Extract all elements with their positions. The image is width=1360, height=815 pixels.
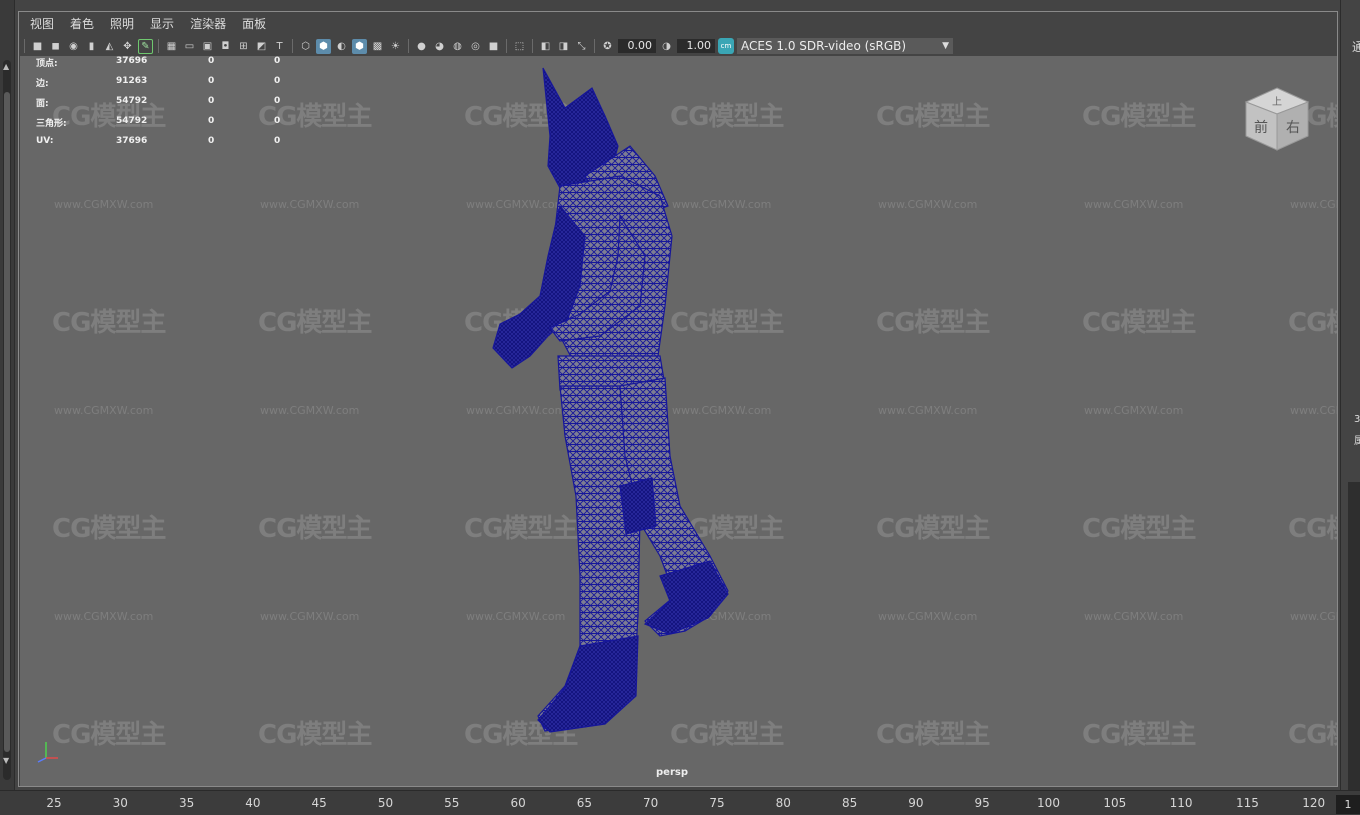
menu-show[interactable]: 显示 (142, 14, 182, 34)
time-slider-tick-label: 55 (444, 796, 460, 810)
toolbar-separator (506, 39, 507, 53)
toolbar-separator (292, 39, 293, 53)
toolbar-separator (24, 39, 25, 53)
camera-select-icon[interactable]: ■ (30, 39, 45, 54)
resolution-gate-icon[interactable]: ▣ (200, 39, 215, 54)
safe-action-icon[interactable]: ◩ (254, 39, 269, 54)
anti-aliasing-icon[interactable]: ◎ (468, 39, 483, 54)
time-slider-tick-label: 75 (709, 796, 725, 810)
time-slider-tick-label: 60 (510, 796, 526, 810)
scroll-up-icon[interactable]: ▲ (3, 62, 9, 71)
time-slider-tick-label: 65 (576, 796, 593, 810)
gate-mask-icon[interactable]: ◘ (218, 39, 233, 54)
time-slider-tick-label: 70 (643, 796, 659, 810)
time-slider-tick-label: 100 (1037, 796, 1060, 810)
bookmark-icon[interactable]: ▮ (84, 39, 99, 54)
time-slider-tick-label: 30 (112, 796, 128, 810)
time-slider-tick-label: 35 (178, 796, 195, 810)
time-slider-tick-label: 120 (1302, 796, 1326, 810)
grease-pencil-icon[interactable]: ✎ (138, 38, 153, 54)
toolbar-separator (594, 39, 595, 53)
toolbar-separator (408, 39, 409, 53)
menu-panels[interactable]: 面板 (234, 14, 274, 34)
ambient-occlusion-icon[interactable]: ◕ (432, 39, 447, 54)
time-slider-tick-label: 90 (908, 796, 924, 810)
xray-icon[interactable]: ◧ (538, 39, 553, 54)
time-slider-tick-label: 45 (311, 796, 327, 810)
safe-title-icon[interactable]: T (272, 39, 287, 54)
color-management-icon[interactable]: cm (718, 38, 734, 54)
grid-icon[interactable]: ▦ (164, 39, 179, 54)
camera-lock-icon[interactable]: ◉ (66, 39, 81, 54)
camera-attributes-icon[interactable]: ◼ (48, 39, 63, 54)
time-slider-tick-label: 115 (1235, 796, 1259, 810)
panel-menubar: 视图 着色 照明 显示 渲染器 面板 (22, 14, 274, 34)
time-slider-tick-label: 50 (377, 796, 394, 810)
toolbar-separator (158, 39, 159, 53)
menu-shading[interactable]: 着色 (62, 14, 102, 34)
view-cube-front-label: 前 (1254, 119, 1268, 136)
axis-gizmo-icon (37, 742, 58, 763)
isolate-select-icon[interactable]: ⬚ (512, 39, 527, 54)
film-gate-icon[interactable]: ▭ (182, 39, 197, 54)
menu-view[interactable]: 视图 (22, 14, 62, 34)
time-slider-tick-label: 80 (775, 796, 791, 810)
right-panel-glyph-top: 通 (1352, 40, 1360, 54)
time-slider-tick-label: 105 (1103, 796, 1127, 810)
right-panel-glyph-mid1: 3 (1354, 414, 1360, 425)
wireframe-character-model[interactable] (20, 56, 1337, 786)
time-slider-tick-label: 40 (245, 796, 261, 810)
xray-joints-icon[interactable]: ◨ (556, 39, 571, 54)
left-side-strip: ▲ ▼ (0, 0, 15, 790)
gamma-field[interactable] (677, 39, 715, 53)
default-material-icon[interactable]: ◐ (334, 39, 349, 54)
use-lights-icon[interactable]: ☀ (388, 39, 403, 54)
image-plane-icon[interactable]: ◭ (102, 39, 117, 54)
right-panel-dark (1348, 482, 1360, 790)
camera-name-label: persp (656, 767, 688, 778)
color-space-dropdown[interactable]: ACES 1.0 SDR-video (sRGB) ▼ (737, 38, 953, 54)
scroll-down-icon[interactable]: ▼ (3, 756, 9, 765)
color-space-label: ACES 1.0 SDR-video (sRGB) (741, 39, 907, 53)
gamma-icon[interactable]: ◑ (659, 39, 674, 54)
time-slider[interactable]: 25 30 35 40 45 50 55 60 65 70 75 80 85 90 95 100 105 110 1… (0, 790, 1360, 815)
shadows-icon[interactable]: ● (414, 39, 429, 54)
menu-renderer[interactable]: 渲染器 (182, 14, 234, 34)
chevron-down-icon: ▼ (942, 41, 949, 51)
depth-of-field-icon[interactable]: ■ (486, 39, 501, 54)
current-frame-field[interactable]: 1 (1336, 795, 1360, 814)
smooth-shade-icon[interactable]: ⬢ (316, 38, 331, 54)
panel-toolbar: ■ ◼ ◉ ▮ ◭ ✥ ✎ ▦ ▭ ▣ ◘ ⊞ ◩ T ⬡ ⬢ ◐ ⬢ ▩ ☀ … (22, 36, 1338, 56)
right-panel-glyph-mid2: 属 (1354, 436, 1360, 447)
pan-zoom-icon[interactable]: ✥ (120, 39, 135, 54)
time-slider-tick-label: 95 (974, 796, 990, 810)
time-slider-tick-label: 85 (841, 796, 858, 810)
exposure-icon[interactable]: ✪ (600, 39, 615, 54)
view-cube-icon[interactable]: 上 前 右 (1242, 84, 1312, 154)
motion-blur-icon[interactable]: ◍ (450, 39, 465, 54)
exposure-field[interactable] (618, 39, 656, 53)
left-scrollbar-thumb[interactable] (4, 92, 10, 752)
wireframe-icon[interactable]: ⬡ (298, 39, 313, 54)
toolbar-separator (532, 39, 533, 53)
time-slider-tick-label: 25 (46, 796, 62, 810)
view-cube-top-label: 上 (1272, 96, 1282, 108)
menu-lighting[interactable]: 照明 (102, 14, 142, 34)
3d-viewport[interactable]: CG模型主 www.CGMXW.com CG模型主 www.CGMXW.com CG模型… (20, 56, 1337, 786)
xray-active-icon[interactable]: ⤡ (574, 39, 589, 54)
field-chart-icon[interactable]: ⊞ (236, 39, 251, 54)
textured-icon[interactable]: ▩ (370, 39, 385, 54)
time-slider-tick-label: 110 (1169, 796, 1193, 810)
view-cube-right-label: 右 (1286, 120, 1300, 136)
wireframe-on-shaded-icon[interactable]: ⬢ (352, 38, 367, 54)
